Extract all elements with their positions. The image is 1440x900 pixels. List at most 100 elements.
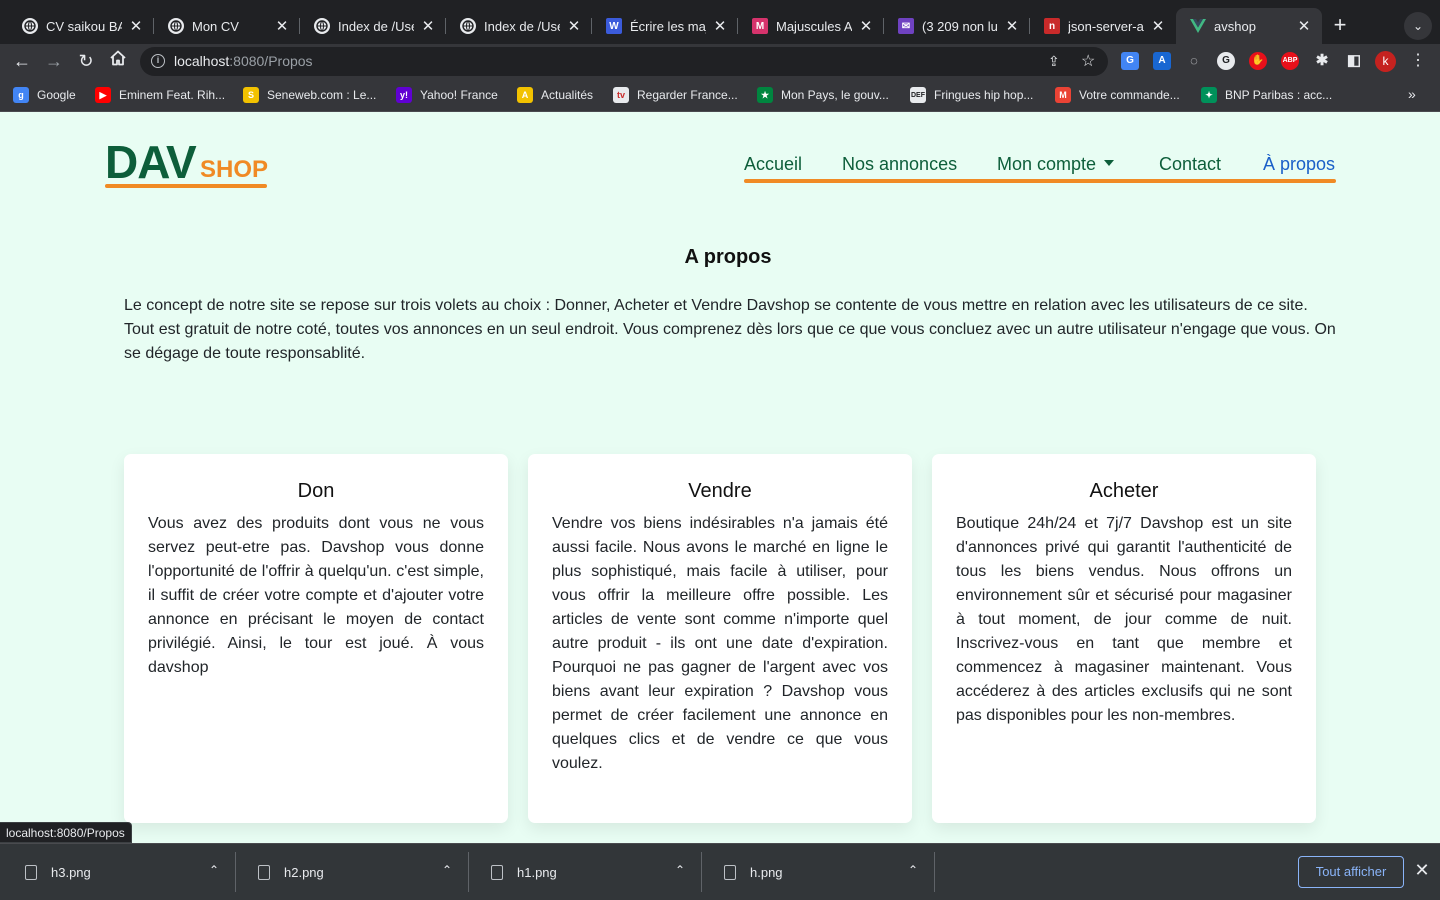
nav-contact[interactable]: Contact: [1159, 152, 1221, 176]
news-icon: A: [517, 87, 533, 103]
bookmark-item[interactable]: A Actualités: [517, 87, 593, 103]
adblock-hand-icon[interactable]: ✋: [1249, 52, 1267, 70]
card-title: Vendre: [688, 480, 752, 502]
bookmark-item[interactable]: ▶ Eminem Feat. Rih...: [95, 87, 225, 103]
browser-tab[interactable]: ✉ (3 209 non lus ✕: [884, 8, 1030, 44]
tab-search-button[interactable]: ⌄: [1404, 12, 1432, 40]
card-text: Boutique 24h/24 et 7j/7 Davshop est un s…: [956, 515, 1292, 724]
globe-icon: [22, 18, 38, 34]
nav-account-label: Mon compte: [997, 154, 1097, 174]
close-icon[interactable]: ✕: [1413, 860, 1431, 881]
file-icon: [258, 865, 270, 880]
browser-tab[interactable]: n json-server-au ✕: [1030, 8, 1176, 44]
bookmark-item[interactable]: ★ Mon Pays, le gouv...: [757, 87, 889, 103]
bookmark-item[interactable]: DEF Fringues hip hop...: [910, 87, 1033, 103]
chevron-up-icon[interactable]: ⌃: [675, 863, 685, 877]
bookmark-star-icon[interactable]: ☆: [1081, 51, 1095, 71]
bookmark-item[interactable]: ✦ BNP Paribas : acc...: [1201, 87, 1332, 103]
card-text: Vous avez des produits dont vous ne vous…: [148, 515, 484, 676]
browser-tab-active[interactable]: avshop ✕: [1176, 8, 1322, 44]
nav-home[interactable]: Accueil: [744, 152, 802, 176]
grammar-extension-icon[interactable]: G: [1217, 52, 1235, 70]
tab-title: Index de /User: [338, 18, 414, 34]
download-item[interactable]: h3.png ⌃: [3, 852, 236, 892]
browser-tab[interactable]: Index de /User ✕: [446, 8, 592, 44]
def-icon: DEF: [910, 87, 926, 103]
reload-icon[interactable]: ↻: [74, 49, 98, 73]
browser-menu-icon[interactable]: ⋮: [1410, 50, 1426, 70]
globe-icon: [168, 18, 184, 34]
download-filename: h3.png: [51, 865, 91, 880]
browser-toolbar: ← → ↻ i localhost:8080/Propos ⇪ ☆ G A ◌ …: [0, 44, 1440, 78]
status-url-bubble: localhost:8080/Propos: [0, 822, 132, 843]
close-tab-icon[interactable]: ✕: [1004, 17, 1020, 35]
tab-title: json-server-au: [1068, 18, 1144, 34]
close-tab-icon[interactable]: ✕: [858, 17, 874, 35]
close-tab-icon[interactable]: ✕: [566, 17, 582, 35]
loading-extension-icon[interactable]: ◌: [1185, 52, 1203, 70]
show-all-downloads-button[interactable]: Tout afficher: [1298, 856, 1404, 888]
tab-title: Index de /User: [484, 18, 560, 34]
download-item[interactable]: h.png ⌃: [702, 852, 935, 892]
home-icon[interactable]: [106, 49, 130, 73]
bookmark-item[interactable]: y! Yahoo! France: [396, 87, 498, 103]
browser-tab[interactable]: M Majuscules Ac ✕: [738, 8, 884, 44]
logo-underline: [105, 184, 267, 188]
profile-avatar[interactable]: k: [1375, 51, 1396, 72]
browser-tab[interactable]: Mon CV ✕: [154, 8, 300, 44]
translate-icon[interactable]: G: [1121, 52, 1139, 70]
browser-tab[interactable]: CV saikou BA ✕: [8, 8, 154, 44]
abp-icon[interactable]: ABP: [1281, 52, 1299, 70]
card-vendre: Vendre Vendre vos biens indésirables n'a…: [528, 454, 912, 823]
site-favicon-icon: M: [752, 18, 768, 34]
share-icon[interactable]: ⇪: [1048, 53, 1060, 70]
tv-icon: tv: [613, 87, 629, 103]
bookmark-item[interactable]: M Votre commande...: [1055, 87, 1180, 103]
tab-title: (3 209 non lus: [922, 18, 998, 34]
download-item[interactable]: h2.png ⌃: [236, 852, 469, 892]
close-tab-icon[interactable]: ✕: [1296, 17, 1312, 35]
browser-tab[interactable]: W Écrire les maju ✕: [592, 8, 738, 44]
close-tab-icon[interactable]: ✕: [712, 17, 728, 35]
yahoo-icon: y!: [396, 87, 412, 103]
nav-account[interactable]: Mon compte: [997, 152, 1115, 176]
nav-ads[interactable]: Nos annonces: [842, 152, 957, 176]
main-nav: Accueil Nos annonces Mon compte Contact …: [744, 152, 1336, 184]
new-tab-button[interactable]: +: [1326, 12, 1354, 40]
card-title: Acheter: [1089, 480, 1159, 502]
nav-about[interactable]: À propos: [1263, 152, 1335, 176]
chevron-up-icon[interactable]: ⌃: [442, 863, 452, 877]
tab-title: CV saikou BA: [46, 18, 122, 34]
vue-icon: [1190, 18, 1206, 34]
dictionary-icon[interactable]: A: [1153, 52, 1171, 70]
bookmark-item[interactable]: S Seneweb.com : Le...: [243, 87, 376, 103]
address-bar[interactable]: i localhost:8080/Propos ⇪ ☆: [140, 47, 1108, 76]
close-tab-icon[interactable]: ✕: [274, 17, 290, 35]
browser-tab[interactable]: Index de /User ✕: [300, 8, 446, 44]
close-tab-icon[interactable]: ✕: [420, 17, 436, 35]
download-shelf: h3.png ⌃ h2.png ⌃ h1.png ⌃ h.png ⌃ Tout …: [0, 843, 1440, 900]
bookmark-item[interactable]: tv Regarder France...: [613, 87, 738, 103]
download-item[interactable]: h1.png ⌃: [469, 852, 702, 892]
tab-title: Majuscules Ac: [776, 18, 852, 34]
youtube-icon: ▶: [95, 87, 111, 103]
site-logo[interactable]: DAV SHOP: [105, 137, 268, 189]
card-acheter: Acheter Boutique 24h/24 et 7j/7 Davshop …: [932, 454, 1316, 823]
google-icon: g: [13, 87, 29, 103]
download-filename: h2.png: [284, 865, 324, 880]
site-info-icon[interactable]: i: [151, 54, 165, 68]
download-filename: h1.png: [517, 865, 557, 880]
bnp-icon: ✦: [1201, 87, 1217, 103]
forward-icon[interactable]: →: [42, 49, 66, 73]
about-paragraph: Le concept de notre site se repose sur t…: [124, 297, 1336, 362]
side-panel-icon[interactable]: ◧: [1345, 52, 1363, 70]
close-tab-icon[interactable]: ✕: [1150, 17, 1166, 35]
back-icon[interactable]: ←: [10, 49, 34, 73]
bookmark-item[interactable]: g Google: [13, 87, 76, 103]
close-tab-icon[interactable]: ✕: [128, 17, 144, 35]
bookmarks-overflow-icon[interactable]: »: [1408, 86, 1416, 102]
chevron-up-icon[interactable]: ⌃: [209, 863, 219, 877]
chevron-up-icon[interactable]: ⌃: [908, 863, 918, 877]
extensions-puzzle-icon[interactable]: ✱: [1313, 52, 1331, 70]
globe-icon: [314, 18, 330, 34]
